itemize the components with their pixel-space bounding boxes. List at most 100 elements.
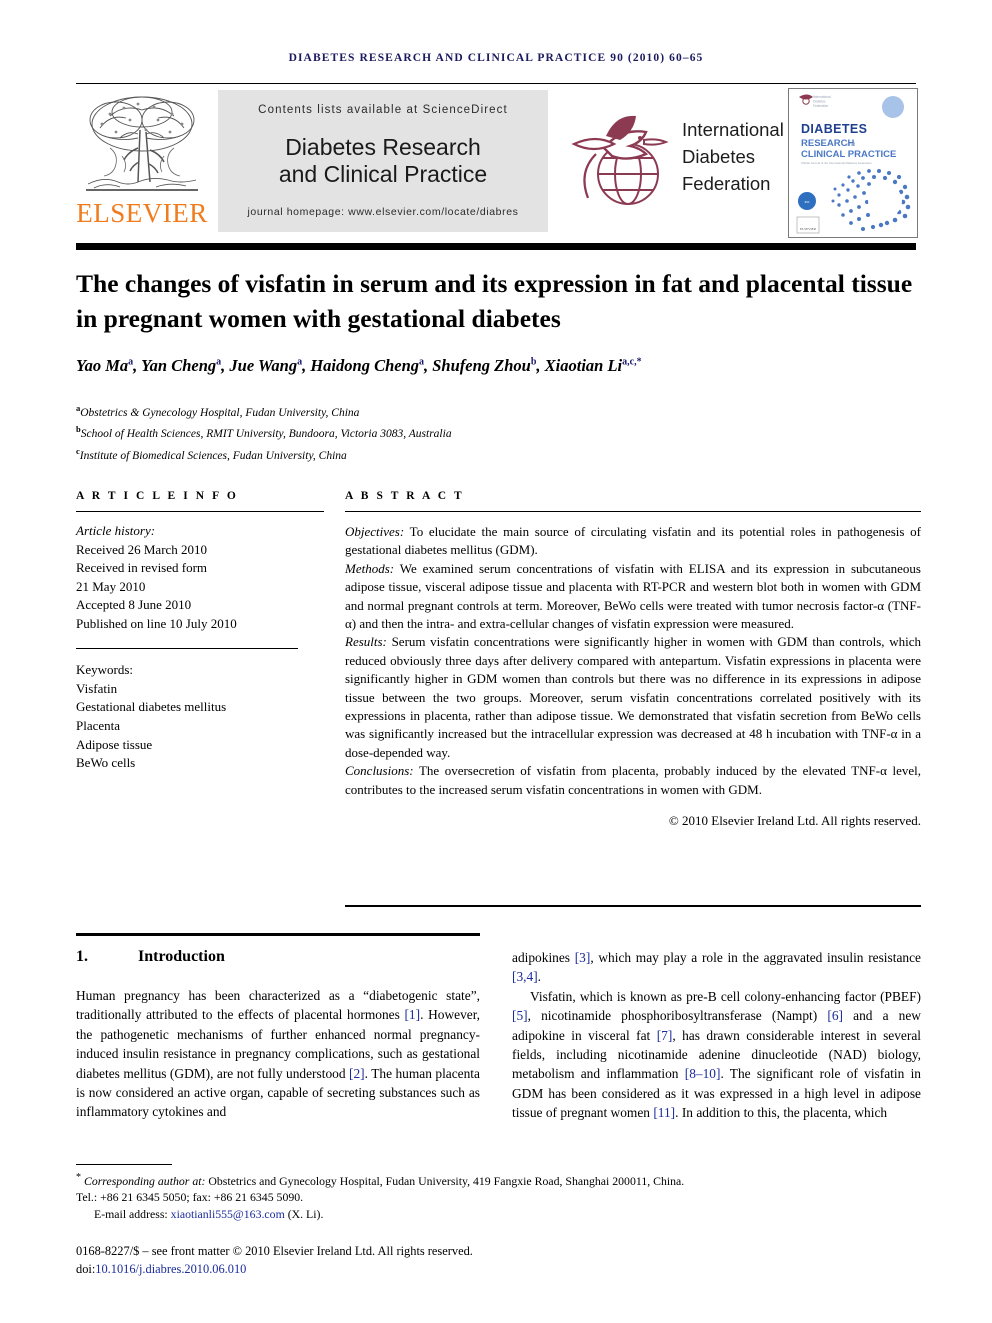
keywords-label: Keywords: <box>76 662 134 678</box>
idf-line1: International <box>682 119 784 140</box>
elsevier-tree-icon <box>86 96 198 191</box>
email-owner: (X. Li). <box>284 1206 324 1221</box>
asterisk-marker: * <box>76 1172 81 1183</box>
elsevier-logo[interactable]: ELSEVIER <box>76 90 208 236</box>
abstract-body: Objectives: To elucidate the main source… <box>345 523 921 799</box>
right-text-b: , which may play a role in the aggravate… <box>590 950 921 965</box>
right-text-a: adipokines <box>512 950 575 965</box>
author-2[interactable]: Jue Wanga <box>229 356 302 375</box>
abstract-rule <box>345 511 921 512</box>
author-list: Yao Maa, Yan Chenga, Jue Wanga, Haidong … <box>76 356 642 375</box>
corresponding-author-line: * Corresponding author at: Obstetrics an… <box>76 1170 921 1189</box>
author-5[interactable]: Xiaotian Lia,c,* <box>545 356 642 375</box>
abstract-copyright: © 2010 Elsevier Ireland Ltd. All rights … <box>668 813 921 829</box>
svg-text:ELSEVIER: ELSEVIER <box>800 227 817 231</box>
affiliation-a: aObstetrics & Gynecology Hospital, Fudan… <box>76 403 360 419</box>
svg-text:DIABETES: DIABETES <box>801 122 867 136</box>
idf-line2: Diabetes <box>682 146 756 167</box>
keyword-1[interactable]: Gestational diabetes mellitus <box>76 698 324 717</box>
corresponding-label: Corresponding author at: <box>83 1173 206 1188</box>
journal-homepage-url[interactable]: journal homepage: www.elsevier.com/locat… <box>218 206 548 218</box>
idf-logo: International Diabetes Federation <box>566 98 796 223</box>
history-revised-label: Received in revised form <box>76 560 208 576</box>
doi-label: doi: <box>76 1261 96 1276</box>
conclusions-label: Conclusions: <box>345 763 414 779</box>
citation-2[interactable]: [2] <box>349 1066 365 1081</box>
contents-available-text: Contents lists available at ScienceDirec… <box>258 104 508 116</box>
corresponding-address: Obstetrics and Gynecology Hospital, Fuda… <box>205 1173 685 1188</box>
abstract-objectives: Objectives: To elucidate the main source… <box>345 523 921 560</box>
history-accepted: Accepted 8 June 2010 <box>76 597 192 613</box>
svg-text:Diabetes: Diabetes <box>813 100 826 104</box>
citation-1[interactable]: [1] <box>404 1007 420 1022</box>
abstract-bottom-rule <box>345 905 921 907</box>
objectives-label: Objectives: <box>345 524 405 539</box>
issn-line: 0168-8227/$ – see front matter © 2010 El… <box>76 1244 473 1258</box>
abstract-panel: A B S T R A C T Objectives: To elucidate… <box>345 490 921 829</box>
section-number: 1. <box>76 948 88 965</box>
results-label: Results: <box>345 634 387 650</box>
right-text-c: . <box>537 969 542 985</box>
history-published: Published on line 10 July 2010 <box>76 615 237 631</box>
running-head: Diabetes Research and Clinical Practice … <box>288 52 704 64</box>
keyword-2[interactable]: Placenta <box>76 717 324 736</box>
masthead-top-rule <box>76 83 916 84</box>
keywords-block: Keywords: Visfatin Gestational diabetes … <box>76 661 324 773</box>
introduction-heading: 1. Introduction <box>76 948 480 966</box>
citation-8-10[interactable]: [8–10] <box>685 1066 721 1081</box>
objectives-text: To elucidate the main source of circulat… <box>345 524 921 558</box>
citation-7[interactable]: [7] <box>657 1028 673 1043</box>
section-title: Introduction <box>138 948 225 965</box>
masthead-bottom-bar <box>76 243 916 250</box>
telephone-line: Tel.: +86 21 6345 5050; fax: +86 21 6345… <box>76 1190 304 1205</box>
conclusions-text: The oversecretion of visfatin from place… <box>345 763 921 797</box>
author-3[interactable]: Haidong Chenga <box>310 356 424 375</box>
doi-value[interactable]: 10.1016/j.diabres.2010.06.010 <box>95 1262 246 1276</box>
page-title: The changes of visfatin in serum and its… <box>76 269 913 333</box>
email-address[interactable]: xiaotianli555@163.com <box>171 1207 285 1221</box>
author-4[interactable]: Shufeng Zhoub <box>432 356 536 375</box>
abstract-heading: A B S T R A C T <box>345 490 465 502</box>
history-revised-date: 21 May 2010 <box>76 578 146 594</box>
abstract-methods: Methods: We examined serum concentration… <box>345 560 921 634</box>
article-info-rule <box>76 511 324 512</box>
idf-line3: Federation <box>682 173 771 194</box>
citation-11[interactable]: [11] <box>653 1105 675 1120</box>
journal-title-line2: and Clinical Practice <box>278 161 488 187</box>
imprint-block: 0168-8227/$ – see front matter © 2010 El… <box>76 1243 921 1278</box>
keywords-rule <box>76 647 298 650</box>
citation-5[interactable]: [5] <box>512 1008 528 1023</box>
article-info-panel: A R T I C L E I N F O Article history: R… <box>76 490 324 773</box>
journal-title: Diabetes Research and Clinical Practice <box>218 134 548 188</box>
author-0[interactable]: Yao Maa <box>76 356 133 375</box>
introduction-rule <box>76 933 480 936</box>
svg-text:IDF: IDF <box>805 200 810 204</box>
methods-label: Methods: <box>345 560 395 576</box>
svg-text:Federation: Federation <box>813 104 828 108</box>
cover-artwork: International Diabetes Federation DIABET… <box>789 89 917 237</box>
keyword-4[interactable]: BeWo cells <box>76 754 324 773</box>
intro-paragraph-left: Human pregnancy has been characterized a… <box>76 986 480 1122</box>
email-line: E-mail address: xiaotianli555@163.com (X… <box>76 1206 921 1222</box>
intro-paragraph-right-1: adipokines [3], which may play a role in… <box>512 948 921 987</box>
citation-3[interactable]: [3] <box>575 950 591 965</box>
affiliation-c: cInstitute of Biomedical Sciences, Fudan… <box>76 445 347 462</box>
article-info-heading: A R T I C L E I N F O <box>76 490 239 502</box>
svg-text:International: International <box>813 95 831 99</box>
citation-6[interactable]: [6] <box>827 1008 843 1023</box>
methods-text: We examined serum concentrations of visf… <box>345 560 921 632</box>
article-history: Article history: Received 26 March 2010 … <box>76 522 324 634</box>
right2-text-a: Visfatin, which is known as pre-B cell c… <box>530 988 921 1004</box>
sciencedirect-box[interactable]: Contents lists available at ScienceDirec… <box>218 90 548 232</box>
citation-3-4[interactable]: [3,4] <box>512 969 538 984</box>
journal-cover-thumbnail[interactable]: International Diabetes Federation DIABET… <box>788 88 918 238</box>
author-1[interactable]: Yan Chenga <box>141 356 221 375</box>
keyword-3[interactable]: Adipose tissue <box>76 736 324 755</box>
elsevier-wordmark: ELSEVIER <box>76 198 208 228</box>
keyword-0[interactable]: Visfatin <box>76 680 324 699</box>
body-column-right: adipokines [3], which may play a role in… <box>512 948 921 1123</box>
intro-paragraph-right-2: Visfatin, which is known as pre-B cell c… <box>512 987 921 1123</box>
right2-text-f: . In addition to this, the placenta, whi… <box>675 1105 888 1121</box>
hummingbird-globe-icon <box>571 115 669 205</box>
svg-text:CLINICAL PRACTICE: CLINICAL PRACTICE <box>801 149 896 160</box>
